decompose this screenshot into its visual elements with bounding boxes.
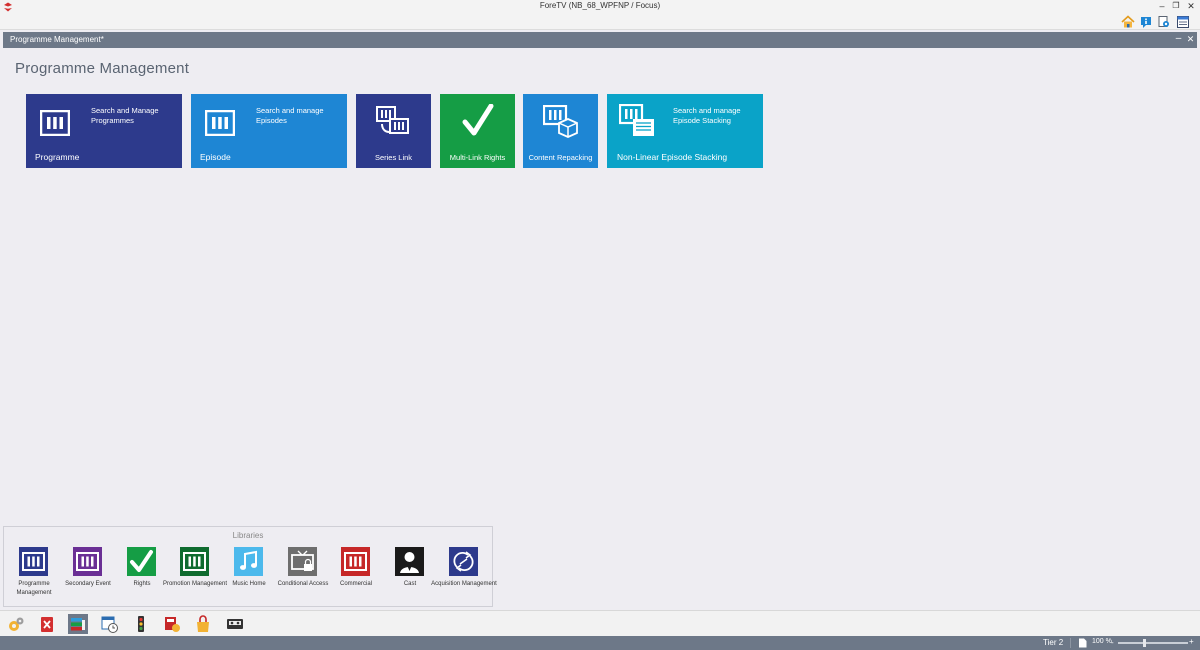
document-minimize-button[interactable]: – [1173,34,1184,45]
library-cast[interactable]: Cast [383,547,437,607]
zoom-level: 100 % [1092,638,1112,645]
library-music-home[interactable]: Music Home [222,547,276,607]
library-promotion-management[interactable]: Promotion Management [163,547,227,607]
film-strip-icon [205,110,235,136]
media-icon[interactable] [162,614,182,634]
tv-lock-icon [288,547,317,576]
document-tab-header: Programme Management* – ✕ [3,32,1197,48]
page-title: Programme Management [15,60,190,77]
music-note-icon [234,547,263,576]
tile-non-linear-episode-stacking[interactable]: Search and manage Episode Stacking Non-L… [607,94,763,168]
zoom-in-button[interactable]: + [1189,637,1194,646]
traffic-light-icon[interactable] [131,614,151,634]
tile-series-link[interactable]: Series Link [356,94,431,168]
document-close-button[interactable]: ✕ [1185,34,1196,45]
bag-icon[interactable] [193,614,213,634]
film-strip-icon [40,110,70,136]
tile-content-repacking[interactable]: Content Repacking [523,94,598,168]
status-bar: Tier 2 100 % - + [0,636,1200,650]
tile-episode[interactable]: Search and manage Episodes Episode [191,94,347,168]
zoom-slider-thumb[interactable] [1143,639,1146,647]
library-conditional-access[interactable]: Conditional Access [276,547,330,607]
series-link-icon [376,106,409,134]
view-icon[interactable] [1157,15,1171,29]
library-commercial[interactable]: Commercial [329,547,383,607]
tile-multi-link-rights-label: Multi-Link Rights [449,153,506,162]
tile-episode-label: Episode [200,152,231,162]
zoom-slider[interactable] [1118,642,1188,644]
tile-series-link-label: Series Link [374,153,413,162]
library-acquisition-management[interactable]: Acquisition Management [431,547,497,607]
top-toolbar [0,14,1200,30]
info-icon[interactable] [1139,15,1153,29]
gears-icon[interactable] [6,614,26,634]
close-button[interactable]: ✕ [1184,0,1198,13]
library-label: Acquisition Management [431,581,497,587]
library-rights[interactable]: Rights [115,547,169,607]
library-stack-icon [71,618,85,631]
episode-stacking-icon [619,104,654,136]
layout-icon[interactable] [1176,15,1190,29]
film-strip-icon [19,547,48,576]
tile-non-linear-episode-stacking-label: Non-Linear Episode Stacking [617,152,728,162]
status-separator [1070,638,1071,648]
zoom-out-button[interactable]: - [1111,638,1114,647]
libraries-title: Libraries [232,531,264,540]
document-tab-title[interactable]: Programme Management* [10,35,104,44]
tile-non-linear-episode-stacking-description: Search and manage Episode Stacking [673,106,741,125]
cassette-icon[interactable] [225,614,245,634]
tile-programme-description: Search and Manage Programmes [91,106,159,125]
page-icon [1079,638,1087,648]
person-icon [395,547,424,576]
delete-icon[interactable] [37,614,57,634]
acquisition-icon [449,547,478,576]
tile-multi-link-rights[interactable]: Multi-Link Rights [440,94,515,168]
film-strip-icon [73,547,102,576]
tile-content-repacking-label: Content Repacking [528,153,593,162]
home-icon[interactable] [1121,15,1135,29]
film-strip-icon [341,547,370,576]
library-programme-management[interactable]: Programme Management [7,547,61,607]
schedule-icon[interactable] [100,614,120,634]
window-title: ForeTV (NB_68_WPFNP / Focus) [539,1,661,10]
minimize-button[interactable]: – [1155,0,1169,13]
taskbar [0,610,1200,636]
tile-programme[interactable]: Search and Manage Programmes Programme [26,94,182,168]
tile-episode-description: Search and manage Episodes [256,106,324,125]
restore-button[interactable]: ❐ [1169,0,1183,13]
title-bar: ForeTV (NB_68_WPFNP / Focus) – ❐ ✕ [0,0,1200,14]
tile-programme-label: Programme [35,152,80,162]
library-stack-button[interactable] [68,614,88,634]
checkmark-icon [462,104,494,136]
checkmark-icon [127,547,156,576]
film-strip-icon [180,547,209,576]
libraries-panel: Libraries Programme Management Secondary… [3,526,497,607]
repack-box-icon [543,105,578,138]
library-secondary-event[interactable]: Secondary Event [61,547,115,607]
tier-label: Tier 2 [1043,638,1064,647]
